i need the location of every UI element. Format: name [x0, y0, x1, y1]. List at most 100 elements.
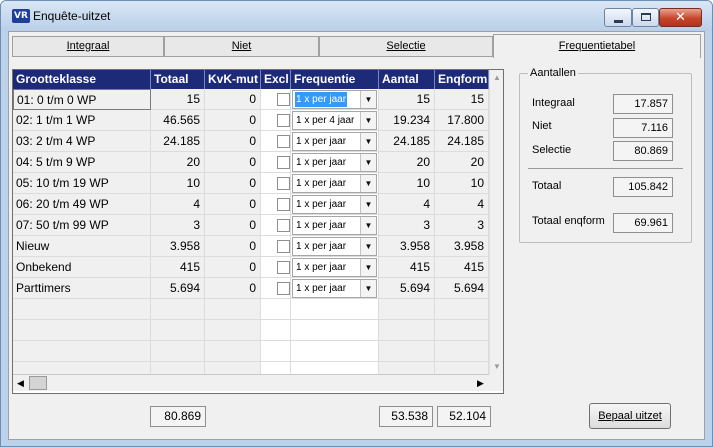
scroll-up-icon[interactable]: ▲: [490, 70, 503, 85]
dropdown-arrow-icon[interactable]: ▼: [360, 112, 376, 129]
table-row[interactable]: 01: 0 t/m 0 WP 15 0 1 x per jaar ▼ 15 15: [13, 89, 489, 110]
cell-frequentie[interactable]: 1 x per jaar ▼: [291, 194, 379, 215]
horizontal-scroll-thumb[interactable]: [29, 376, 47, 390]
excl-checkbox[interactable]: [277, 240, 290, 253]
table-row[interactable]: [13, 341, 489, 362]
cell-excl[interactable]: [261, 89, 291, 110]
table-row[interactable]: 05: 10 t/m 19 WP 10 0 1 x per jaar ▼ 10 10: [13, 173, 489, 194]
cell-excl[interactable]: [261, 173, 291, 194]
dropdown-arrow-icon[interactable]: ▼: [360, 238, 376, 255]
cell-frequentie[interactable]: 1 x per jaar ▼: [291, 257, 379, 278]
cell-frequentie[interactable]: [291, 320, 379, 341]
column-header-excl[interactable]: Excl: [261, 70, 291, 89]
cell-frequentie[interactable]: [291, 299, 379, 320]
cell-excl[interactable]: [261, 194, 291, 215]
column-header-enqform[interactable]: Enqform: [435, 70, 489, 89]
table-row[interactable]: 03: 2 t/m 4 WP 24.185 0 1 x per jaar ▼ 24.185…: [13, 131, 489, 152]
table-row[interactable]: 02: 1 t/m 1 WP 46.565 0 1 x per 4 jaar ▼ 19.2…: [13, 110, 489, 131]
column-header-frequentie[interactable]: Frequentie: [291, 70, 379, 89]
scroll-left-icon[interactable]: ◀: [13, 375, 28, 391]
cell-frequentie[interactable]: 1 x per jaar ▼: [291, 152, 379, 173]
column-header-totaal[interactable]: Totaal: [151, 70, 205, 89]
frequentie-select[interactable]: 1 x per jaar ▼: [292, 153, 377, 172]
dropdown-arrow-icon[interactable]: ▼: [360, 217, 376, 234]
table-row[interactable]: [13, 299, 489, 320]
cell-frequentie[interactable]: [291, 341, 379, 362]
tab-frequentietabel[interactable]: Frequentietabel: [493, 34, 701, 58]
frequentie-select[interactable]: 1 x per jaar ▼: [292, 174, 377, 193]
excl-checkbox[interactable]: [277, 261, 290, 274]
table-row[interactable]: Parttimers 5.694 0 1 x per jaar ▼ 5.694 5.694: [13, 278, 489, 299]
frequentie-select[interactable]: 1 x per jaar ▼: [292, 132, 377, 151]
bepaal-uitzet-button[interactable]: Bepaal uitzet: [589, 403, 671, 429]
table-row[interactable]: 06: 20 t/m 49 WP 4 0 1 x per jaar ▼ 4 4: [13, 194, 489, 215]
excl-checkbox[interactable]: [277, 114, 290, 127]
cell-frequentie[interactable]: 1 x per jaar ▼: [291, 89, 379, 110]
scroll-right-icon[interactable]: ▶: [473, 375, 488, 391]
cell-excl[interactable]: [261, 236, 291, 257]
excl-checkbox[interactable]: [277, 135, 290, 148]
cell-excl[interactable]: [261, 131, 291, 152]
dropdown-arrow-icon[interactable]: ▼: [360, 259, 376, 276]
close-button[interactable]: ✕: [659, 8, 702, 27]
tab-selectie[interactable]: Selectie: [319, 36, 493, 56]
frequentie-select[interactable]: 1 x per jaar ▼: [292, 258, 377, 277]
frequentie-select[interactable]: 1 x per 4 jaar ▼: [292, 111, 377, 130]
dropdown-arrow-icon[interactable]: ▼: [360, 91, 376, 108]
title-bar[interactable]: VR Enquête-uitzet ✕: [1, 1, 712, 31]
frequentie-select[interactable]: 1 x per jaar ▼: [292, 237, 377, 256]
cell-excl[interactable]: [261, 320, 291, 341]
cell-enqform: [435, 320, 489, 341]
frequentie-select[interactable]: 1 x per jaar ▼: [292, 216, 377, 235]
scroll-down-icon[interactable]: ▼: [490, 359, 503, 374]
cell-totaal: 4: [151, 194, 205, 215]
excl-checkbox[interactable]: [277, 93, 290, 106]
cell-frequentie[interactable]: 1 x per jaar ▼: [291, 278, 379, 299]
tab-integraal[interactable]: Integraal: [12, 36, 164, 56]
cell-frequentie[interactable]: 1 x per jaar ▼: [291, 236, 379, 257]
frequentie-select[interactable]: 1 x per jaar ▼: [292, 90, 377, 109]
excl-checkbox[interactable]: [277, 219, 290, 232]
cell-excl[interactable]: [261, 257, 291, 278]
dropdown-arrow-icon[interactable]: ▼: [360, 154, 376, 171]
dropdown-arrow-icon[interactable]: ▼: [360, 175, 376, 192]
cell-frequentie[interactable]: 1 x per jaar ▼: [291, 173, 379, 194]
column-header-aantal[interactable]: Aantal: [379, 70, 435, 89]
cell-frequentie[interactable]: 1 x per jaar ▼: [291, 215, 379, 236]
cell-excl[interactable]: [261, 278, 291, 299]
excl-checkbox[interactable]: [277, 198, 290, 211]
vertical-scrollbar[interactable]: ▲ ▼: [489, 70, 503, 374]
horizontal-scrollbar[interactable]: ◀ ▶: [13, 374, 489, 391]
table-row[interactable]: 04: 5 t/m 9 WP 20 0 1 x per jaar ▼ 20 20: [13, 152, 489, 173]
cell-excl[interactable]: [261, 152, 291, 173]
table-row[interactable]: [13, 320, 489, 341]
cell-totaal: 10: [151, 173, 205, 194]
excl-checkbox[interactable]: [277, 156, 290, 169]
window-title: Enquête-uitzet: [33, 9, 111, 23]
cell-excl[interactable]: [261, 299, 291, 320]
maximize-button[interactable]: [632, 8, 659, 27]
tab-niet[interactable]: Niet: [164, 36, 319, 56]
cell-frequentie[interactable]: 1 x per 4 jaar ▼: [291, 110, 379, 131]
column-header-kvk-mut[interactable]: KvK-mut: [205, 70, 261, 89]
cell-grootteklasse: Parttimers: [13, 278, 151, 299]
table-row[interactable]: Nieuw 3.958 0 1 x per jaar ▼ 3.958 3.958: [13, 236, 489, 257]
table-row[interactable]: Onbekend 415 0 1 x per jaar ▼ 415 415: [13, 257, 489, 278]
dropdown-arrow-icon[interactable]: ▼: [360, 280, 376, 297]
dropdown-arrow-icon[interactable]: ▼: [360, 133, 376, 150]
cell-excl[interactable]: [261, 110, 291, 131]
excl-checkbox[interactable]: [277, 177, 290, 190]
cell-grootteklasse: 02: 1 t/m 1 WP: [13, 110, 151, 131]
cell-excl[interactable]: [261, 215, 291, 236]
frequentie-select[interactable]: 1 x per jaar ▼: [292, 279, 377, 298]
dropdown-arrow-icon[interactable]: ▼: [360, 196, 376, 213]
frequentie-select[interactable]: 1 x per jaar ▼: [292, 195, 377, 214]
cell-excl[interactable]: [261, 341, 291, 362]
excl-checkbox[interactable]: [277, 282, 290, 295]
frequency-grid[interactable]: Grootteklasse Totaal KvK-mut Excl Frequentie…: [12, 69, 504, 394]
minimize-button[interactable]: [604, 8, 632, 27]
column-header-grootteklasse[interactable]: Grootteklasse: [13, 70, 151, 89]
table-row[interactable]: 07: 50 t/m 99 WP 3 0 1 x per jaar ▼ 3 3: [13, 215, 489, 236]
cell-totaal: 415: [151, 257, 205, 278]
cell-frequentie[interactable]: 1 x per jaar ▼: [291, 131, 379, 152]
